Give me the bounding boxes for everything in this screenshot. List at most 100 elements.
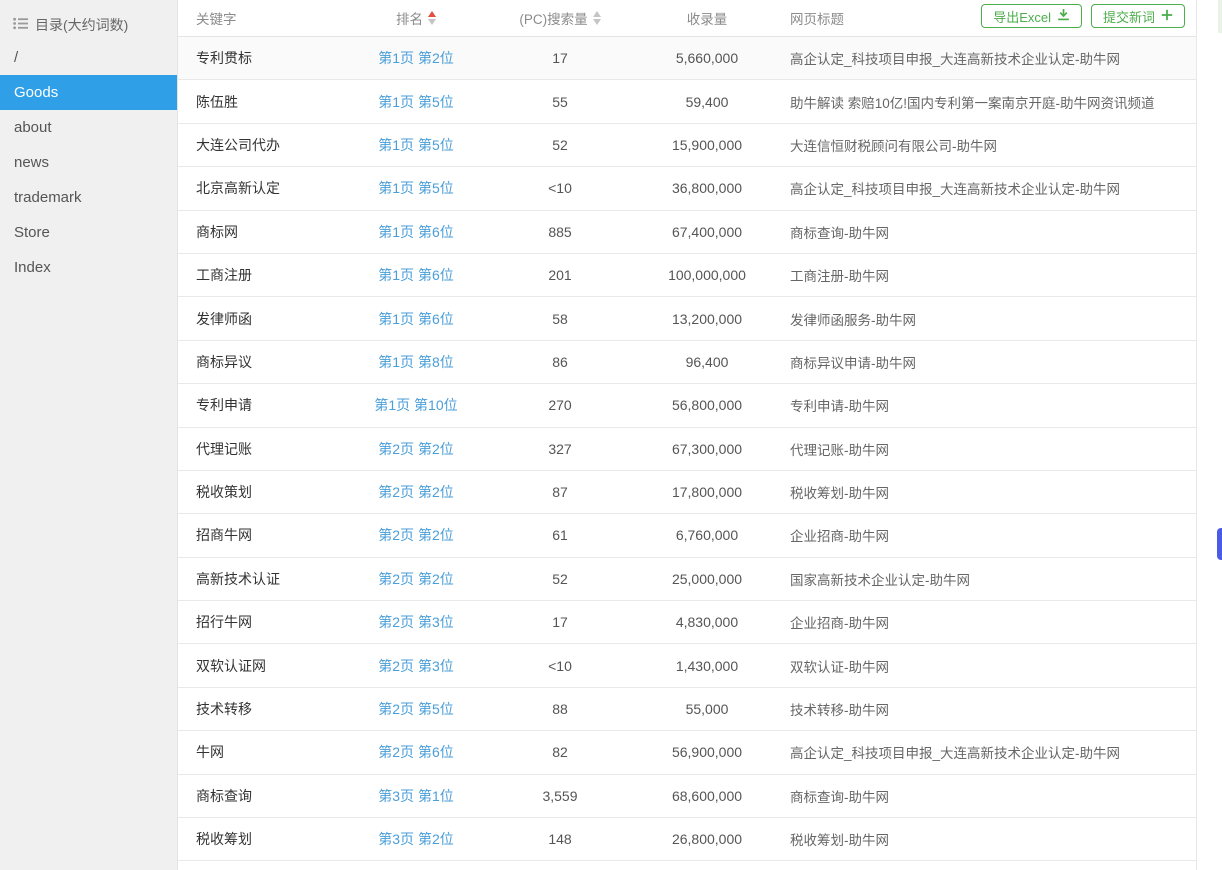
rank-link[interactable]: 第1页 第5位 [336,178,496,198]
download-icon [1057,8,1070,24]
search-volume-cell: 58 [496,311,624,327]
rank-link[interactable]: 第2页 第2位 [336,439,496,459]
table-header-row: 关键字 排名 (PC)搜索量 [178,0,1196,37]
export-excel-button[interactable]: 导出Excel [981,4,1082,28]
rank-link[interactable]: 第2页 第3位 [336,656,496,676]
keyword-cell: 工商注册 [178,265,336,285]
sidebar-item-trademark[interactable]: trademark [0,180,177,215]
rank-link[interactable]: 第3页 第1位 [336,786,496,806]
keyword-cell: 招行牛网 [178,612,336,632]
keyword-cell: 专利申请 [178,395,336,415]
search-volume-cell: 270 [496,397,624,413]
keyword-cell: 牛网 [178,742,336,762]
page-title-cell: 国家高新技术企业认定-助牛网 [790,569,1196,589]
page-title-cell: 技术转移-助牛网 [790,699,1196,719]
sort-up-arrow-icon [428,11,436,17]
table-row: 专利申请 第1页 第10位 270 56,800,000 专利申请-助牛网 [178,384,1196,427]
table-row: 商标网 第1页 第6位 885 67,400,000 商标查询-助牛网 [178,211,1196,254]
table-row: 招商牛网 第2页 第2位 61 6,760,000 企业招商-助牛网 [178,514,1196,557]
rank-link[interactable]: 第2页 第2位 [336,569,496,589]
keyword-cell: 商标网 [178,222,336,242]
page-title-cell: 大连信恒财税顾问有限公司-助牛网 [790,135,1196,155]
page-title-cell: 企业招商-助牛网 [790,525,1196,545]
table-row: 税收策划 第2页 第2位 87 17,800,000 税收筹划-助牛网 [178,471,1196,514]
page-title-cell: 专利申请-助牛网 [790,395,1196,415]
rank-link[interactable]: 第1页 第5位 [336,135,496,155]
table-row: 大连公司代办 第1页 第5位 52 15,900,000 大连信恒财税顾问有限公… [178,124,1196,167]
keyword-cell: 招商牛网 [178,525,336,545]
search-volume-cell: 55 [496,94,624,110]
keyword-cell: 商标查询 [178,786,336,806]
table-row: 专利贯标 第1页 第2位 17 5,660,000 高企认定_科技项目申报_大连… [178,37,1196,80]
keyword-cell: 税收筹划 [178,829,336,849]
rank-link[interactable]: 第1页 第6位 [336,265,496,285]
indexed-count-cell: 13,200,000 [624,311,790,327]
sidebar-nav: /GoodsaboutnewstrademarkStoreIndex [0,40,177,285]
rank-link[interactable]: 第1页 第6位 [336,309,496,329]
indexed-count-cell: 68,600,000 [624,788,790,804]
table-row: 北京高新认定 第1页 第5位 <10 36,800,000 高企认定_科技项目申… [178,167,1196,210]
indexed-count-cell: 4,830,000 [624,614,790,630]
submit-new-keyword-button[interactable]: 提交新词 [1091,4,1185,28]
search-volume-cell: 61 [496,527,624,543]
column-header-rank[interactable]: 排名 [336,8,496,28]
sidebar-item-news[interactable]: news [0,145,177,180]
indexed-count-cell: 26,800,000 [624,831,790,847]
table-row: 陈伍胜 第1页 第5位 55 59,400 助牛解读 索赔10亿!国内专利第一案… [178,80,1196,123]
sidebar-item-index[interactable]: Index [0,250,177,285]
sidebar-item-about[interactable]: about [0,110,177,145]
rank-link[interactable]: 第1页 第2位 [336,48,496,68]
sidebar-title: 目录(大约词数) [35,15,128,35]
rank-link[interactable]: 第1页 第5位 [336,92,496,112]
page-title-cell: 助牛解读 索赔10亿!国内专利第一案南京开庭-助牛网资讯频道 [790,92,1196,112]
page-title-cell: 商标查询-助牛网 [790,786,1196,806]
keyword-cell: 技术转移 [178,699,336,719]
sort-icon-rank[interactable] [428,11,436,26]
sort-down-arrow-icon [428,19,436,25]
header-buttons: 导出Excel 提交新词 [981,4,1185,28]
sort-icon-search-volume[interactable] [593,11,601,26]
rank-link[interactable]: 第2页 第2位 [336,525,496,545]
search-volume-cell: 52 [496,137,624,153]
table-row: 工商注册 第1页 第6位 201 100,000,000 工商注册-助牛网 [178,254,1196,297]
page-title-cell: 代理记账-助牛网 [790,439,1196,459]
keyword-cell: 税收策划 [178,482,336,502]
indexed-count-cell: 67,400,000 [624,224,790,240]
rank-link[interactable]: 第2页 第2位 [336,482,496,502]
rank-link[interactable]: 第1页 第8位 [336,352,496,372]
indexed-count-cell: 36,800,000 [624,180,790,196]
sidebar: 目录(大约词数) /GoodsaboutnewstrademarkStoreIn… [0,0,178,870]
search-volume-cell: 87 [496,484,624,500]
column-header-search-volume[interactable]: (PC)搜索量 [496,8,624,28]
rank-link[interactable]: 第2页 第5位 [336,699,496,719]
search-volume-cell: 148 [496,831,624,847]
rank-link[interactable]: 第3页 第2位 [336,829,496,849]
sidebar-item-goods[interactable]: Goods [0,75,177,110]
column-header-keyword: 关键字 [178,8,336,28]
rank-link[interactable]: 第1页 第6位 [336,222,496,242]
indexed-count-cell: 15,900,000 [624,137,790,153]
keyword-cell: 双软认证网 [178,656,336,676]
rank-link[interactable]: 第2页 第3位 [336,612,496,632]
floating-widget-clipped[interactable] [1217,528,1222,560]
keyword-cell: 专利贯标 [178,48,336,68]
table-row: 商标异议 第1页 第8位 86 96,400 商标异议申请-助牛网 [178,341,1196,384]
sort-down-arrow-icon [593,19,601,25]
table-row: 技术转移 第2页 第5位 88 55,000 技术转移-助牛网 [178,688,1196,731]
table-row: 代理记账 第2页 第2位 327 67,300,000 代理记账-助牛网 [178,428,1196,471]
page-title-cell: 商标查询-助牛网 [790,222,1196,242]
keyword-cell: 商标异议 [178,352,336,372]
search-volume-cell: 885 [496,224,624,240]
indexed-count-cell: 5,660,000 [624,50,790,66]
rank-link[interactable]: 第2页 第6位 [336,742,496,762]
page-title-cell: 高企认定_科技项目申报_大连高新技术企业认定-助牛网 [790,742,1196,762]
table-row: 双软认证网 第2页 第3位 <10 1,430,000 双软认证-助牛网 [178,644,1196,687]
keyword-cell: 大连公司代办 [178,135,336,155]
keyword-cell: 发律师函 [178,309,336,329]
indexed-count-cell: 56,800,000 [624,397,790,413]
indexed-count-cell: 6,760,000 [624,527,790,543]
sidebar-item-store[interactable]: Store [0,215,177,250]
sidebar-item-[interactable]: / [0,40,177,75]
rank-link[interactable]: 第1页 第10位 [336,395,496,415]
table-row: 税收筹划 第3页 第2位 148 26,800,000 税收筹划-助牛网 [178,818,1196,861]
